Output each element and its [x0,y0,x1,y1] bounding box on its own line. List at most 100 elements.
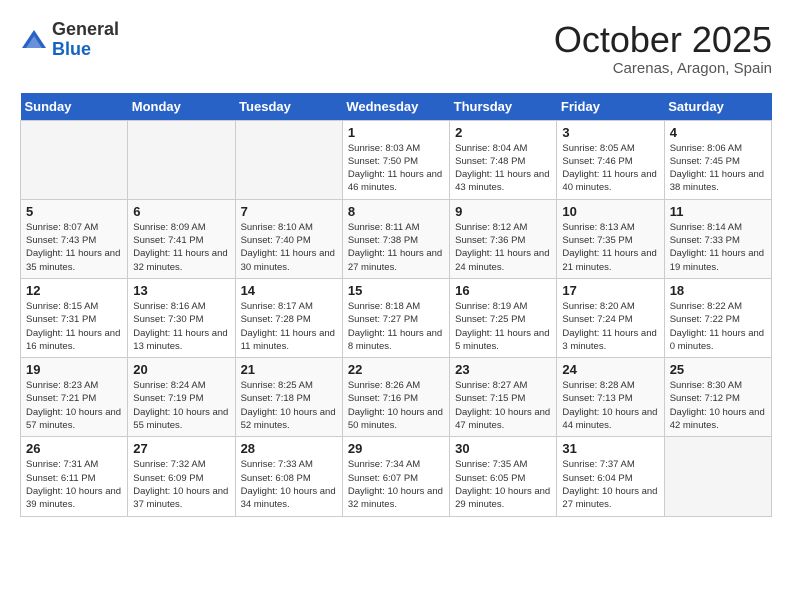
day-info: Sunrise: 8:09 AMSunset: 7:41 PMDaylight:… [133,221,229,274]
day-info: Sunrise: 8:15 AMSunset: 7:31 PMDaylight:… [26,300,122,353]
day-number: 10 [562,204,658,219]
weekday-header-saturday: Saturday [664,93,771,121]
day-info: Sunrise: 7:33 AMSunset: 6:08 PMDaylight:… [241,458,337,511]
day-number: 28 [241,441,337,456]
day-number: 1 [348,125,444,140]
day-number: 5 [26,204,122,219]
day-number: 8 [348,204,444,219]
calendar-table: SundayMondayTuesdayWednesdayThursdayFrid… [20,93,772,517]
day-info: Sunrise: 7:31 AMSunset: 6:11 PMDaylight:… [26,458,122,511]
calendar-week-row: 1Sunrise: 8:03 AMSunset: 7:50 PMDaylight… [21,120,772,199]
day-number: 15 [348,283,444,298]
day-number: 2 [455,125,551,140]
day-number: 3 [562,125,658,140]
day-cell-29: 29 Sunrise: 7:34 AMSunset: 6:07 PMDayligh… [342,437,449,516]
calendar-week-row: 19Sunrise: 8:23 AMSunset: 7:21 PMDayligh… [21,358,772,437]
weekday-header-thursday: Thursday [450,93,557,121]
empty-cell [21,120,128,199]
location: Carenas, Aragon, Spain [554,60,772,77]
empty-cell [235,120,342,199]
day-info: Sunrise: 8:22 AMSunset: 7:22 PMDaylight:… [670,300,766,353]
day-number: 18 [670,283,766,298]
day-number: 12 [26,283,122,298]
day-info: Sunrise: 8:10 AMSunset: 7:40 PMDaylight:… [241,221,337,274]
day-cell-9: 9Sunrise: 8:12 AMSunset: 7:36 PMDaylight… [450,199,557,278]
day-cell-27: 27 Sunrise: 7:32 AMSunset: 6:09 PMDayligh… [128,437,235,516]
page-header: General Blue October 2025 Carenas, Arago… [20,20,772,77]
empty-cell [664,437,771,516]
day-cell-25: 25 Sunrise: 8:30 AMSunset: 7:12 PMDayligh… [664,358,771,437]
day-info: Sunrise: 8:07 AMSunset: 7:43 PMDaylight:… [26,221,122,274]
day-number: 21 [241,362,337,377]
day-cell-13: 13 Sunrise: 8:16 AMSunset: 7:30 PMDayligh… [128,278,235,357]
month-title: October 2025 [554,20,772,60]
weekday-header-tuesday: Tuesday [235,93,342,121]
day-info: Sunrise: 8:11 AMSunset: 7:38 PMDaylight:… [348,221,444,274]
weekday-header-friday: Friday [557,93,664,121]
day-cell-26: 26Sunrise: 7:31 AMSunset: 6:11 PMDayligh… [21,437,128,516]
day-number: 29 [348,441,444,456]
day-cell-14: 14 Sunrise: 8:17 AMSunset: 7:28 PMDayligh… [235,278,342,357]
day-cell-3: 3 Sunrise: 8:05 AMSunset: 7:46 PMDaylight… [557,120,664,199]
day-number: 24 [562,362,658,377]
day-number: 20 [133,362,229,377]
day-info: Sunrise: 8:24 AMSunset: 7:19 PMDaylight:… [133,379,229,432]
empty-cell [128,120,235,199]
logo: General Blue [20,20,119,60]
weekday-header-row: SundayMondayTuesdayWednesdayThursdayFrid… [21,93,772,121]
day-cell-23: 23 Sunrise: 8:27 AMSunset: 7:15 PMDayligh… [450,358,557,437]
day-info: Sunrise: 8:27 AMSunset: 7:15 PMDaylight:… [455,379,551,432]
day-cell-17: 17Sunrise: 8:20 AMSunset: 7:24 PMDayligh… [557,278,664,357]
day-cell-24: 24Sunrise: 8:28 AMSunset: 7:13 PMDayligh… [557,358,664,437]
weekday-header-sunday: Sunday [21,93,128,121]
day-cell-18: 18 Sunrise: 8:22 AMSunset: 7:22 PMDayligh… [664,278,771,357]
day-cell-19: 19Sunrise: 8:23 AMSunset: 7:21 PMDayligh… [21,358,128,437]
day-cell-16: 16 Sunrise: 8:19 AMSunset: 7:25 PMDayligh… [450,278,557,357]
day-info: Sunrise: 8:12 AMSunset: 7:36 PMDaylight:… [455,221,551,274]
day-info: Sunrise: 7:34 AMSunset: 6:07 PMDaylight:… [348,458,444,511]
day-number: 31 [562,441,658,456]
day-info: Sunrise: 8:18 AMSunset: 7:27 PMDaylight:… [348,300,444,353]
calendar-week-row: 12 Sunrise: 8:15 AMSunset: 7:31 PMDayligh… [21,278,772,357]
day-number: 13 [133,283,229,298]
day-cell-12: 12 Sunrise: 8:15 AMSunset: 7:31 PMDayligh… [21,278,128,357]
day-info: Sunrise: 7:37 AMSunset: 6:04 PMDaylight:… [562,458,658,511]
day-info: Sunrise: 8:05 AMSunset: 7:46 PMDaylight:… [562,142,658,195]
day-info: Sunrise: 8:26 AMSunset: 7:16 PMDaylight:… [348,379,444,432]
day-number: 4 [670,125,766,140]
day-number: 14 [241,283,337,298]
day-cell-11: 11Sunrise: 8:14 AMSunset: 7:33 PMDayligh… [664,199,771,278]
day-info: Sunrise: 8:17 AMSunset: 7:28 PMDaylight:… [241,300,337,353]
day-info: Sunrise: 8:04 AMSunset: 7:48 PMDaylight:… [455,142,551,195]
day-info: Sunrise: 8:23 AMSunset: 7:21 PMDaylight:… [26,379,122,432]
day-number: 23 [455,362,551,377]
title-section: October 2025 Carenas, Aragon, Spain [554,20,772,77]
day-cell-10: 10 Sunrise: 8:13 AMSunset: 7:35 PMDayligh… [557,199,664,278]
day-cell-8: 8 Sunrise: 8:11 AMSunset: 7:38 PMDaylight… [342,199,449,278]
day-info: Sunrise: 8:16 AMSunset: 7:30 PMDaylight:… [133,300,229,353]
day-number: 6 [133,204,229,219]
day-number: 7 [241,204,337,219]
calendar-week-row: 26Sunrise: 7:31 AMSunset: 6:11 PMDayligh… [21,437,772,516]
day-number: 22 [348,362,444,377]
day-number: 27 [133,441,229,456]
day-cell-7: 7 Sunrise: 8:10 AMSunset: 7:40 PMDaylight… [235,199,342,278]
calendar-week-row: 5 Sunrise: 8:07 AMSunset: 7:43 PMDaylight… [21,199,772,278]
day-number: 25 [670,362,766,377]
day-number: 11 [670,204,766,219]
day-info: Sunrise: 8:20 AMSunset: 7:24 PMDaylight:… [562,300,658,353]
day-number: 16 [455,283,551,298]
day-info: Sunrise: 8:19 AMSunset: 7:25 PMDaylight:… [455,300,551,353]
day-info: Sunrise: 7:35 AMSunset: 6:05 PMDaylight:… [455,458,551,511]
day-info: Sunrise: 8:06 AMSunset: 7:45 PMDaylight:… [670,142,766,195]
day-info: Sunrise: 8:30 AMSunset: 7:12 PMDaylight:… [670,379,766,432]
day-cell-20: 20 Sunrise: 8:24 AMSunset: 7:19 PMDayligh… [128,358,235,437]
day-cell-22: 22 Sunrise: 8:26 AMSunset: 7:16 PMDayligh… [342,358,449,437]
day-cell-28: 28 Sunrise: 7:33 AMSunset: 6:08 PMDayligh… [235,437,342,516]
day-cell-1: 1Sunrise: 8:03 AMSunset: 7:50 PMDaylight… [342,120,449,199]
day-info: Sunrise: 8:13 AMSunset: 7:35 PMDaylight:… [562,221,658,274]
day-info: Sunrise: 7:32 AMSunset: 6:09 PMDaylight:… [133,458,229,511]
day-info: Sunrise: 8:25 AMSunset: 7:18 PMDaylight:… [241,379,337,432]
day-number: 30 [455,441,551,456]
logo-icon [20,26,48,54]
